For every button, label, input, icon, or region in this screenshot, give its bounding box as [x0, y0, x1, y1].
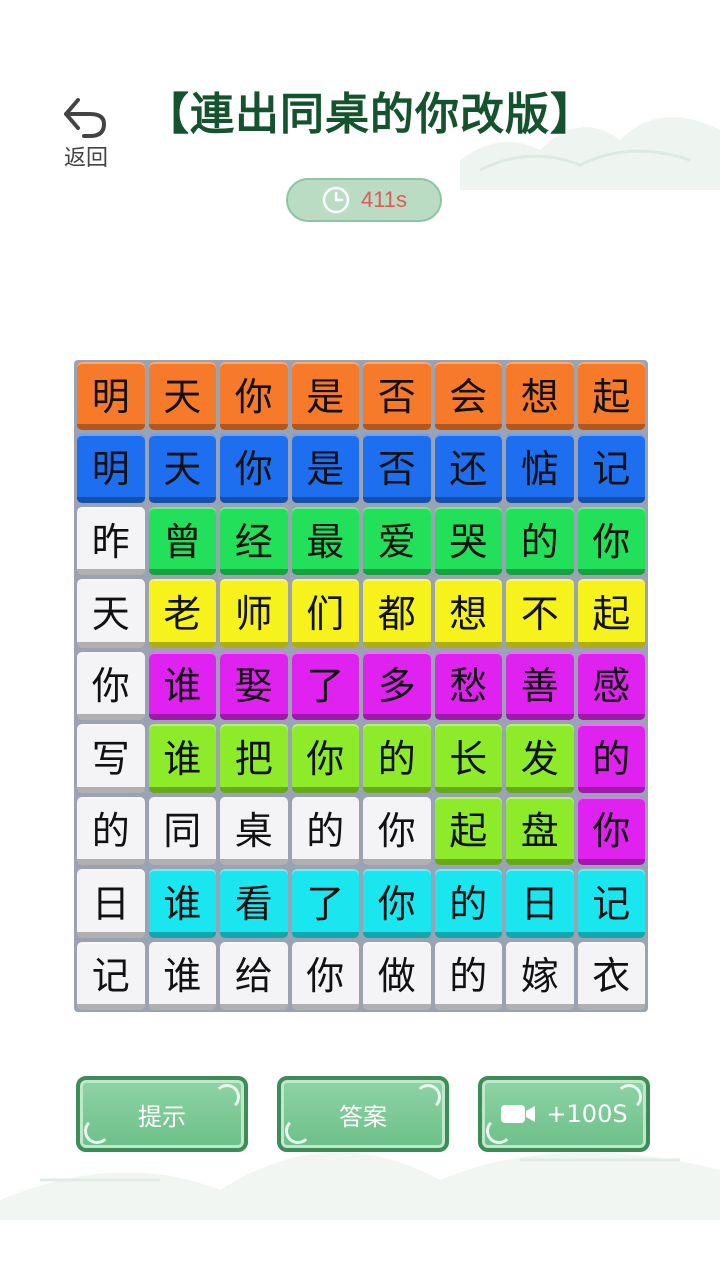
board-tile[interactable]: 谁: [148, 869, 216, 938]
board-tile[interactable]: 哭: [434, 506, 502, 576]
board-tile[interactable]: 娶: [220, 651, 288, 721]
board-tile[interactable]: 还: [434, 434, 502, 503]
board-tile[interactable]: 多: [363, 651, 431, 721]
board-tile[interactable]: 记: [77, 941, 145, 1010]
board-tile[interactable]: 衣: [577, 941, 645, 1010]
board-tile[interactable]: 昨: [77, 506, 145, 576]
board-tile[interactable]: 天: [148, 362, 216, 431]
board-tile[interactable]: 谁: [148, 724, 216, 793]
board-tile[interactable]: 记: [577, 869, 645, 938]
board-tile[interactable]: 你: [291, 724, 359, 793]
board-tile[interactable]: 都: [363, 579, 431, 648]
back-arrow-icon: [64, 98, 106, 138]
hint-button[interactable]: 提示: [76, 1076, 248, 1152]
timer-badge: 411s: [286, 178, 442, 222]
board-tile[interactable]: 给: [220, 941, 288, 1010]
board-tile[interactable]: 惦: [506, 434, 574, 503]
board-tile[interactable]: 日: [506, 869, 574, 938]
board-tile[interactable]: 的: [77, 796, 145, 866]
board-tile[interactable]: 盘: [506, 796, 574, 866]
board-tile[interactable]: 是: [291, 362, 359, 431]
board-tile[interactable]: 你: [363, 796, 431, 866]
board-tile[interactable]: 想: [506, 362, 574, 431]
board-tile[interactable]: 明: [77, 362, 145, 431]
board-tile[interactable]: 天: [148, 434, 216, 503]
board-tile[interactable]: 你: [577, 506, 645, 576]
board-tile[interactable]: 你: [77, 651, 145, 721]
back-button[interactable]: 返回: [56, 92, 116, 172]
board-tile[interactable]: 了: [291, 869, 359, 938]
board-tile[interactable]: 们: [291, 579, 359, 648]
board-tile[interactable]: 师: [220, 579, 288, 648]
board-tile[interactable]: 的: [506, 506, 574, 576]
board-tile[interactable]: 天: [77, 579, 145, 648]
board-tile[interactable]: 最: [291, 506, 359, 576]
board-tile[interactable]: 日: [77, 869, 145, 938]
board-tile[interactable]: 看: [220, 869, 288, 938]
board-tile[interactable]: 记: [577, 434, 645, 503]
board-tile[interactable]: 嫁: [506, 941, 574, 1010]
board-tile[interactable]: 不: [506, 579, 574, 648]
board-tile[interactable]: 你: [291, 941, 359, 1010]
board-tile[interactable]: 否: [363, 362, 431, 431]
board-tile[interactable]: 发: [506, 724, 574, 793]
board-tile[interactable]: 起: [577, 362, 645, 431]
video-bonus-button[interactable]: +100S: [478, 1076, 650, 1152]
board-tile[interactable]: 否: [363, 434, 431, 503]
board-tile[interactable]: 爱: [363, 506, 431, 576]
board-tile[interactable]: 的: [434, 869, 502, 938]
board-tile[interactable]: 谁: [148, 941, 216, 1010]
board-tile[interactable]: 做: [363, 941, 431, 1010]
page-title: 【連出同桌的你改版】: [145, 89, 595, 140]
board-tile[interactable]: 老: [148, 579, 216, 648]
board-tile[interactable]: 经: [220, 506, 288, 576]
board-tile[interactable]: 长: [434, 724, 502, 793]
board-tile[interactable]: 谁: [148, 651, 216, 721]
board-tile[interactable]: 的: [363, 724, 431, 793]
board-tile[interactable]: 是: [291, 434, 359, 503]
board-tile[interactable]: 感: [577, 651, 645, 721]
game-board: 明天你是否会想起明天你是否还惦记昨曾经最爱哭的你天老师们都想不起你谁娶了多愁善感…: [74, 360, 648, 1012]
timer-value: 411s: [360, 187, 408, 212]
board-tile[interactable]: 把: [220, 724, 288, 793]
board-tile[interactable]: 善: [506, 651, 574, 721]
board-tile[interactable]: 会: [434, 362, 502, 431]
video-bonus-label: +100S: [546, 1100, 628, 1128]
board-tile[interactable]: 起: [434, 796, 502, 866]
board-tile[interactable]: 同: [148, 796, 216, 866]
board-tile[interactable]: 愁: [434, 651, 502, 721]
clock-icon: [322, 186, 350, 214]
board-tile[interactable]: 起: [577, 579, 645, 648]
board-tile[interactable]: 明: [77, 434, 145, 503]
board-tile[interactable]: 曾: [148, 506, 216, 576]
board-tile[interactable]: 想: [434, 579, 502, 648]
board-tile[interactable]: 的: [291, 796, 359, 866]
answer-label: 答案: [339, 1102, 387, 1131]
board-tile[interactable]: 你: [220, 362, 288, 431]
board-tile[interactable]: 的: [577, 724, 645, 793]
board-tile[interactable]: 的: [434, 941, 502, 1010]
board-tile[interactable]: 你: [220, 434, 288, 503]
board-tile[interactable]: 你: [577, 796, 645, 866]
board-tile[interactable]: 写: [77, 724, 145, 793]
board-tile[interactable]: 了: [291, 651, 359, 721]
board-tile[interactable]: 桌: [220, 796, 288, 866]
back-label: 返回: [63, 146, 108, 171]
hint-label: 提示: [138, 1102, 186, 1131]
answer-button[interactable]: 答案: [277, 1076, 449, 1152]
board-tile[interactable]: 你: [363, 869, 431, 938]
